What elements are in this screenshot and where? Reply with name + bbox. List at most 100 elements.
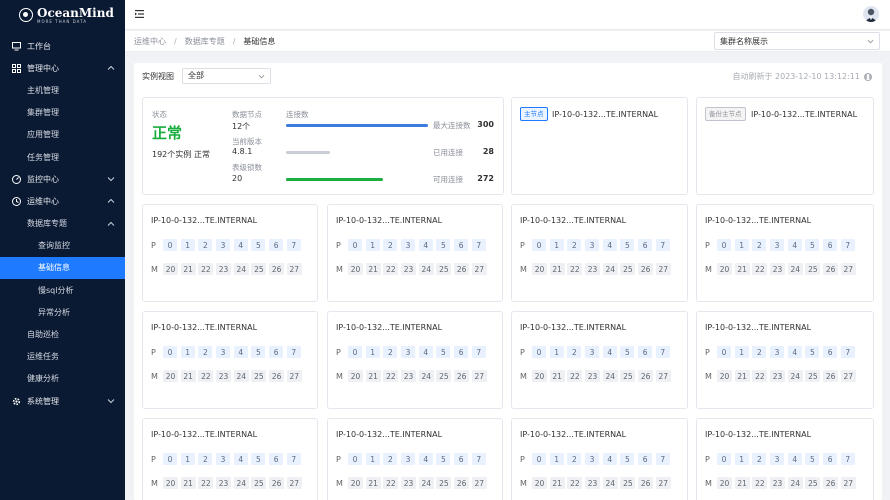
slot-cell[interactable]: 21: [734, 477, 750, 489]
instance-card[interactable]: IP-10-0-132...TE.INTERNAL P 0 1 2 3 4 5 6 7 M 20 21 2…: [511, 311, 688, 409]
slot-cell[interactable]: 1: [365, 453, 380, 465]
slot-cell[interactable]: 24: [787, 263, 803, 275]
slot-cell[interactable]: 4: [787, 346, 802, 358]
sidebar-item-2[interactable]: 主机管理: [0, 79, 125, 101]
slot-cell[interactable]: 7: [840, 239, 855, 251]
instance-card[interactable]: IP-10-0-132...TE.INTERNAL P 0 1 2 3 4 5 6 7 M 20 21 2…: [327, 311, 503, 409]
slot-cell[interactable]: 21: [365, 370, 381, 382]
breadcrumb-item-db-topic[interactable]: 数据库专题: [185, 36, 225, 47]
slot-cell[interactable]: 5: [620, 239, 635, 251]
sidebar-item-3[interactable]: 集群管理: [0, 102, 125, 124]
slot-cell[interactable]: 22: [383, 370, 399, 382]
slot-cell[interactable]: 6: [823, 453, 838, 465]
slot-cell[interactable]: 26: [823, 370, 839, 382]
slot-cell[interactable]: 20: [717, 477, 732, 489]
slot-cell[interactable]: 6: [269, 453, 284, 465]
slot-cell[interactable]: 5: [251, 453, 266, 465]
slot-cell[interactable]: 3: [216, 239, 231, 251]
slot-cell[interactable]: 3: [585, 346, 600, 358]
slot-cell[interactable]: 5: [620, 346, 635, 358]
slot-cell[interactable]: 6: [638, 453, 653, 465]
sidebar-item-13[interactable]: 自助巡检: [0, 323, 125, 345]
slot-cell[interactable]: 0: [163, 239, 177, 251]
slot-cell[interactable]: 27: [655, 477, 671, 489]
slot-cell[interactable]: 3: [585, 453, 600, 465]
slot-cell[interactable]: 6: [454, 453, 469, 465]
slot-cell[interactable]: 7: [840, 346, 855, 358]
slot-cell[interactable]: 21: [365, 477, 381, 489]
slot-cell[interactable]: 4: [787, 239, 802, 251]
slot-cell[interactable]: 26: [269, 370, 285, 382]
sidebar-item-16[interactable]: 系统管理: [0, 390, 125, 412]
slot-cell[interactable]: 22: [198, 477, 214, 489]
instance-card[interactable]: IP-10-0-132...TE.INTERNAL P 0 1 2 3 4 5 6 7 M 20 21 2…: [511, 418, 688, 500]
sidebar-item-0[interactable]: 工作台: [0, 35, 125, 57]
slot-cell[interactable]: 27: [286, 263, 302, 275]
slot-cell[interactable]: 2: [752, 346, 767, 358]
slot-cell[interactable]: 1: [734, 346, 749, 358]
slot-cell[interactable]: 5: [251, 239, 266, 251]
slot-cell[interactable]: 0: [717, 239, 731, 251]
slot-cell[interactable]: 24: [233, 370, 249, 382]
slot-cell[interactable]: 25: [251, 263, 267, 275]
instance-card[interactable]: IP-10-0-132...TE.INTERNAL P 0 1 2 3 4 5 6 7 M 20 21 2…: [142, 418, 318, 500]
instance-card[interactable]: IP-10-0-132...TE.INTERNAL P 0 1 2 3 4 5 6 7 M 20 21 2…: [511, 204, 688, 302]
slot-cell[interactable]: 5: [436, 346, 451, 358]
slot-cell[interactable]: 25: [436, 370, 452, 382]
slot-cell[interactable]: 23: [585, 477, 601, 489]
slot-cell[interactable]: 1: [549, 346, 564, 358]
slot-cell[interactable]: 1: [180, 453, 195, 465]
slot-cell[interactable]: 26: [823, 263, 839, 275]
slot-cell[interactable]: 2: [752, 239, 767, 251]
slot-cell[interactable]: 23: [770, 370, 786, 382]
slot-cell[interactable]: 0: [348, 346, 362, 358]
slot-cell[interactable]: 24: [233, 477, 249, 489]
slot-cell[interactable]: 23: [585, 263, 601, 275]
sidebar-item-9[interactable]: 查询监控: [0, 235, 125, 257]
slot-cell[interactable]: 24: [602, 477, 618, 489]
slot-cell[interactable]: 23: [216, 477, 232, 489]
slot-cell[interactable]: 7: [471, 453, 486, 465]
slot-cell[interactable]: 22: [383, 263, 399, 275]
slot-cell[interactable]: 0: [163, 453, 177, 465]
slot-cell[interactable]: 3: [770, 453, 785, 465]
slot-cell[interactable]: 22: [752, 263, 768, 275]
slot-cell[interactable]: 23: [216, 263, 232, 275]
slot-cell[interactable]: 22: [198, 263, 214, 275]
slot-cell[interactable]: 20: [717, 263, 732, 275]
slot-cell[interactable]: 20: [163, 263, 178, 275]
slot-cell[interactable]: 5: [436, 239, 451, 251]
backup-node-card[interactable]: 备份主节点 IP-10-0-132...TE.INTERNAL: [696, 97, 874, 195]
slot-cell[interactable]: 0: [717, 453, 731, 465]
slot-cell[interactable]: 7: [286, 453, 301, 465]
instance-card[interactable]: IP-10-0-132...TE.INTERNAL P 0 1 2 3 4 5 6 7 M 20 21 2…: [327, 204, 503, 302]
slot-cell[interactable]: 21: [180, 370, 196, 382]
slot-cell[interactable]: 3: [216, 453, 231, 465]
instance-card[interactable]: IP-10-0-132...TE.INTERNAL P 0 1 2 3 4 5 6 7 M 20 21 2…: [142, 204, 318, 302]
slot-cell[interactable]: 25: [436, 263, 452, 275]
slot-cell[interactable]: 5: [620, 453, 635, 465]
slot-cell[interactable]: 6: [269, 346, 284, 358]
slot-cell[interactable]: 27: [286, 477, 302, 489]
slot-cell[interactable]: 0: [717, 346, 731, 358]
slot-cell[interactable]: 7: [471, 346, 486, 358]
sidebar-item-8[interactable]: 数据库专题: [0, 213, 125, 235]
slot-cell[interactable]: 7: [655, 453, 670, 465]
slot-cell[interactable]: 7: [840, 453, 855, 465]
slot-cell[interactable]: 25: [436, 477, 452, 489]
slot-cell[interactable]: 4: [602, 239, 617, 251]
slot-cell[interactable]: 6: [823, 346, 838, 358]
slot-cell[interactable]: 6: [638, 346, 653, 358]
master-node-card[interactable]: 主节点 IP-10-0-132...TE.INTERNAL: [511, 97, 688, 195]
slot-cell[interactable]: 27: [655, 370, 671, 382]
slot-cell[interactable]: 4: [418, 453, 433, 465]
sidebar-item-10[interactable]: 基础信息: [0, 256, 125, 280]
slot-cell[interactable]: 2: [198, 239, 213, 251]
slot-cell[interactable]: 25: [251, 477, 267, 489]
slot-cell[interactable]: 2: [752, 453, 767, 465]
user-avatar[interactable]: [863, 6, 879, 22]
slot-cell[interactable]: 0: [348, 239, 362, 251]
slot-cell[interactable]: 1: [549, 239, 564, 251]
slot-cell[interactable]: 26: [638, 370, 654, 382]
menu-collapse-icon[interactable]: [135, 9, 145, 19]
